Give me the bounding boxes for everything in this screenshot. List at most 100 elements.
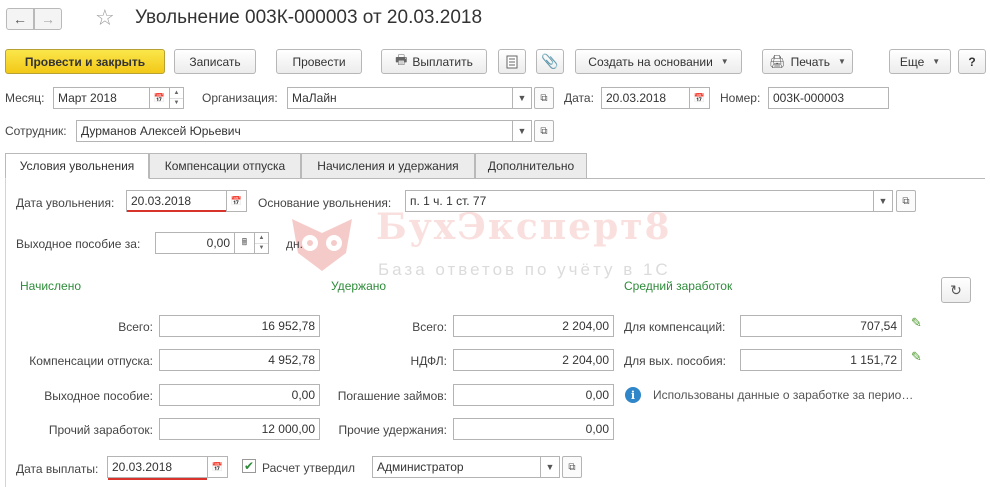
organization-field[interactable]: МаЛайн: [287, 87, 513, 109]
dropdown-caret-icon: ▼: [932, 57, 941, 66]
edit-pencil-icon[interactable]: ✎: [911, 349, 922, 365]
other-earnings-label: Прочий заработок:: [48, 423, 153, 437]
calendar-icon: 📅: [153, 92, 166, 103]
earnings-data-hint-link[interactable]: Использованы данные о заработке за перио…: [653, 388, 913, 402]
calendar-icon: 📅: [230, 195, 243, 206]
approved-checkbox[interactable]: ✔: [242, 459, 256, 473]
other-deductions-label: Прочие удержания:: [338, 423, 448, 437]
tab-dismissal-conditions[interactable]: Условия увольнения: [5, 153, 149, 179]
chevron-down-icon: ▼: [517, 93, 527, 103]
highlight-underline: [108, 478, 207, 480]
approver-field[interactable]: Администратор: [372, 456, 541, 478]
tab-vacation-compensation[interactable]: Компенсации отпуска: [149, 153, 301, 179]
calendar-icon: 📅: [693, 92, 706, 103]
window-title: Увольнение 003К-000003 от 20.03.2018: [135, 7, 483, 28]
spin-up-icon: ▲: [255, 233, 268, 244]
reason-open-button[interactable]: ⧉: [896, 190, 916, 212]
more-button[interactable]: Еще ▼: [889, 49, 951, 74]
payment-icon: 🖶: [395, 51, 408, 67]
open-external-icon: ⧉: [540, 125, 548, 137]
calendar-icon: 📅: [211, 461, 224, 472]
severance-days-label: Выходное пособие за:: [16, 237, 141, 251]
dismissal-reason-label: Основание увольнения:: [258, 196, 392, 210]
pay-date-calendar-button[interactable]: 📅: [208, 456, 228, 478]
tab-additional[interactable]: Дополнительно: [475, 153, 587, 179]
date-field[interactable]: 20.03.2018: [601, 87, 690, 109]
avg-severance-value: 1 151,72: [740, 349, 902, 371]
attachment-button[interactable]: 📎: [536, 49, 564, 74]
open-external-icon: ⧉: [540, 92, 548, 104]
ndfl-label: НДФЛ:: [410, 354, 447, 368]
watermark-brand: БухЭксперт8: [376, 206, 672, 248]
date-calendar-button[interactable]: 📅: [690, 87, 710, 109]
refresh-icon: ↻: [950, 281, 962, 298]
chevron-down-icon: ▼: [878, 196, 888, 206]
number-field[interactable]: 003К-000003: [768, 87, 889, 109]
dismissal-reason-field[interactable]: п. 1 ч. 1 ст. 77: [405, 190, 874, 212]
arrow-left-icon: ←: [13, 11, 27, 27]
severance-days-field[interactable]: 0,00: [155, 232, 235, 254]
post-and-close-button[interactable]: Провести и закрыть: [5, 49, 165, 74]
forward-button[interactable]: →: [34, 8, 62, 30]
refresh-button[interactable]: ↻: [941, 277, 971, 303]
avg-compensation-value: 707,54: [740, 315, 902, 337]
severance-unit: дн.: [286, 237, 303, 251]
reason-dropdown-button[interactable]: ▼: [874, 190, 893, 212]
save-button[interactable]: Записать: [174, 49, 256, 74]
calendar-button[interactable]: 📅: [150, 87, 170, 109]
organization-label: Организация:: [202, 91, 278, 105]
accrued-total-value: 16 952,78: [159, 315, 320, 337]
approver-dropdown-button[interactable]: ▼: [541, 456, 560, 478]
number-label: Номер:: [720, 91, 761, 105]
paperclip-icon: 📎: [541, 53, 559, 69]
organization-dropdown-button[interactable]: ▼: [513, 87, 532, 109]
severance-pay-value: 0,00: [159, 384, 320, 406]
document-list-icon: [506, 55, 518, 68]
watermark-tagline: База ответов по учёту в 1С: [378, 260, 671, 279]
organization-open-button[interactable]: ⧉: [534, 87, 554, 109]
approver-open-button[interactable]: ⧉: [562, 456, 582, 478]
withheld-total-label: Всего:: [412, 320, 447, 334]
avg-severance-label: Для вых. пособия:: [624, 354, 727, 368]
help-button[interactable]: ?: [958, 49, 986, 74]
highlight-underline: [127, 210, 226, 212]
print-button[interactable]: 🖨 Печать ▼: [762, 49, 853, 74]
dismissal-date-field[interactable]: 20.03.2018: [126, 190, 227, 212]
severance-calc-button[interactable]: 🖩: [235, 232, 255, 254]
create-based-on-button[interactable]: Создать на основании ▼: [575, 49, 742, 74]
employee-label: Сотрудник:: [5, 124, 67, 138]
tab-accruals-deductions[interactable]: Начисления и удержания: [301, 153, 475, 179]
loan-repayment-label: Погашение займов:: [337, 389, 447, 403]
report-button[interactable]: [498, 49, 526, 74]
withheld-total-value: 2 204,00: [453, 315, 614, 337]
dismissal-calendar-button[interactable]: 📅: [227, 190, 247, 212]
edit-pencil-icon[interactable]: ✎: [911, 315, 922, 331]
favorite-star-icon[interactable]: ☆: [95, 5, 115, 31]
dropdown-caret-icon: ▼: [837, 57, 846, 66]
print-button-label: Печать: [790, 54, 830, 69]
employee-open-button[interactable]: ⧉: [534, 120, 554, 142]
chevron-down-icon: ▼: [545, 462, 555, 472]
accrued-total-label: Всего:: [118, 320, 153, 334]
post-button[interactable]: Провести: [276, 49, 362, 74]
vacation-compensation-label: Компенсации отпуска:: [29, 354, 153, 368]
approved-label: Расчет утвердил: [262, 461, 356, 475]
pay-button[interactable]: 🖶 Выплатить: [381, 49, 487, 74]
pay-date-label: Дата выплаты:: [16, 462, 99, 476]
date-label: Дата:: [564, 91, 594, 105]
avg-compensation-label: Для компенсаций:: [624, 320, 726, 334]
accrued-heading: Начислено: [20, 279, 82, 293]
other-earnings-value: 12 000,00: [159, 418, 320, 440]
employee-dropdown-button[interactable]: ▼: [513, 120, 532, 142]
severance-spinner[interactable]: ▲ ▼: [255, 232, 269, 254]
month-field[interactable]: Март 2018: [53, 87, 150, 109]
employee-field[interactable]: Дурманов Алексей Юрьевич: [76, 120, 513, 142]
checkmark-icon: ✔: [243, 459, 255, 473]
severance-pay-label: Выходное пособие:: [44, 389, 153, 403]
pay-date-field[interactable]: 20.03.2018: [107, 456, 208, 478]
open-external-icon: ⧉: [568, 461, 576, 473]
month-spinner[interactable]: ▲ ▼: [170, 87, 184, 109]
dropdown-caret-icon: ▼: [720, 57, 729, 66]
back-button[interactable]: ←: [6, 8, 34, 30]
info-icon: i: [625, 387, 641, 403]
